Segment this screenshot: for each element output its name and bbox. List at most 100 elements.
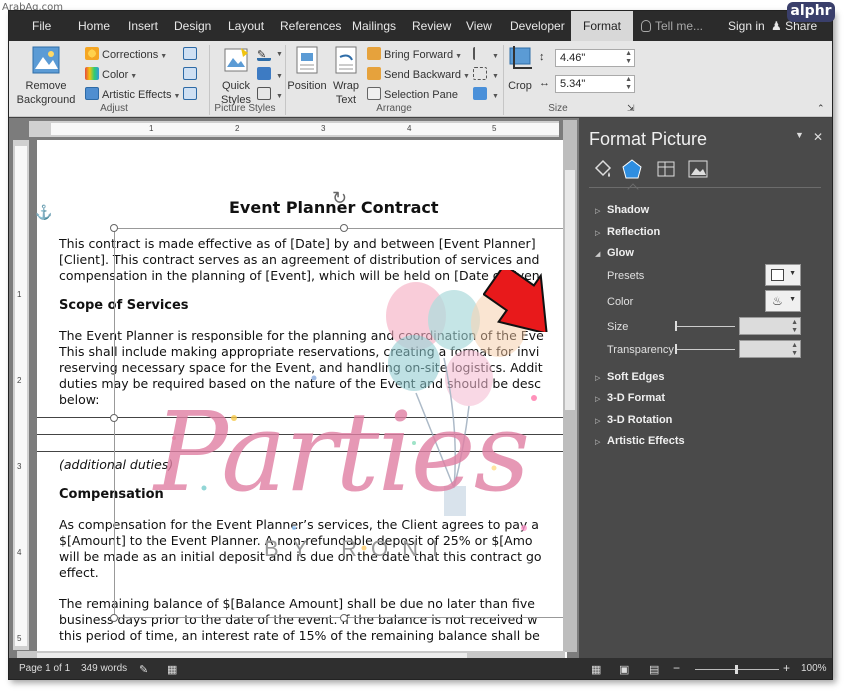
rotate-button[interactable]: ▼: [473, 87, 499, 101]
tab-developer[interactable]: Developer: [501, 11, 574, 41]
page-count[interactable]: Page 1 of 1: [19, 663, 70, 674]
tab-review[interactable]: Review: [403, 11, 460, 41]
glow-presets-dropdown[interactable]: ▼: [765, 264, 801, 286]
wrap-text-button[interactable]: Wrap Text: [329, 45, 363, 107]
picture-layout-button[interactable]: ▼: [257, 87, 283, 101]
pane-title: Format Picture: [589, 129, 708, 149]
document-page[interactable]: Event Planner Contract This contract is …: [37, 140, 567, 658]
shape-width-input[interactable]: 5.34" ▲ ▼: [555, 75, 635, 93]
color-button[interactable]: Color ▼: [85, 67, 137, 81]
tab-home[interactable]: Home: [69, 11, 119, 41]
effects-icon[interactable]: [621, 158, 643, 180]
compress-pictures-button[interactable]: [183, 47, 200, 61]
tab-view[interactable]: View: [457, 11, 501, 41]
send-backward-button[interactable]: Send Backward ▼: [367, 67, 470, 81]
height-value: 4.46": [560, 52, 586, 64]
artistic-effects-label: Artistic Effects: [102, 89, 172, 101]
vertical-ruler[interactable]: 1 2 3 4 5: [13, 140, 29, 650]
send-backward-label: Send Backward: [384, 69, 462, 81]
section-3d-format[interactable]: ▷ 3-D Format: [595, 392, 665, 404]
tab-mailings[interactable]: Mailings: [343, 11, 405, 41]
section-label: Glow: [607, 247, 634, 259]
reset-picture-icon: [183, 87, 197, 100]
macro-icon[interactable]: ▦: [167, 663, 177, 676]
section-reflection[interactable]: ▷ Reflection: [595, 226, 660, 238]
selection-pane-button[interactable]: Selection Pane: [367, 87, 458, 101]
web-layout-icon[interactable]: ▤: [649, 663, 659, 676]
section-shadow[interactable]: ▷ Shadow: [595, 204, 649, 216]
close-icon[interactable]: ✕: [813, 130, 823, 144]
section-glow[interactable]: ◢ Glow: [595, 247, 634, 259]
glow-transparency-input[interactable]: ▲ ▼: [739, 340, 801, 358]
section-label: Soft Edges: [607, 371, 665, 383]
tell-me-search[interactable]: Tell me...: [641, 11, 703, 41]
horizontal-scrollbar[interactable]: [17, 651, 565, 658]
artistic-effects-button[interactable]: Artistic Effects ▼: [85, 87, 180, 101]
tab-references[interactable]: References: [271, 11, 350, 41]
bring-forward-button[interactable]: Bring Forward ▼: [367, 47, 462, 61]
tab-layout[interactable]: Layout: [219, 11, 273, 41]
compress-pictures-icon: [183, 47, 197, 60]
zoom-level[interactable]: 100%: [801, 663, 827, 674]
collapse-ribbon-icon[interactable]: ⌃: [817, 103, 825, 114]
section-artistic-effects[interactable]: ▷ Artistic Effects: [595, 435, 685, 447]
blank-rule-line: [37, 417, 567, 418]
ruler-number: 3: [17, 462, 22, 471]
section-3d-rotation[interactable]: ▷ 3-D Rotation: [595, 414, 672, 426]
vertical-scrollbar[interactable]: [563, 120, 577, 652]
remove-background-label: Remove Background: [16, 80, 76, 106]
scroll-thumb[interactable]: [565, 170, 575, 410]
paragraph-line: this period of time, an interest rate of…: [59, 628, 540, 643]
crop-button[interactable]: Crop: [505, 45, 535, 93]
align-button[interactable]: ▼: [473, 47, 499, 61]
proofing-icon[interactable]: ✎: [139, 663, 148, 676]
corrections-button[interactable]: Corrections ▼: [85, 47, 167, 61]
sign-in-link[interactable]: Sign in: [728, 11, 765, 41]
section-label: 3-D Format: [607, 392, 666, 404]
section-soft-edges[interactable]: ▷ Soft Edges: [595, 371, 664, 383]
horizontal-ruler[interactable]: 1 2 3 4 5: [29, 121, 559, 137]
picture-effects-button[interactable]: ▼: [257, 67, 283, 81]
remove-background-icon: [32, 46, 60, 74]
position-button[interactable]: Position: [287, 45, 327, 93]
blank-rule-line: [37, 434, 567, 435]
glow-size-input[interactable]: ▲ ▼: [739, 317, 801, 335]
zoom-in-icon[interactable]: +: [783, 661, 790, 675]
crop-icon: [509, 46, 532, 69]
change-picture-icon: [183, 67, 197, 80]
picture-border-button[interactable]: ✎ ▼: [257, 47, 283, 61]
paragraph-line: reserving necessary space for the Event,…: [59, 360, 543, 375]
picture-effects-icon: [257, 67, 271, 80]
reset-picture-button[interactable]: [183, 87, 200, 101]
quick-styles-icon: [224, 48, 248, 72]
tab-design[interactable]: Design: [165, 11, 220, 41]
height-icon: ↕: [539, 51, 545, 63]
glow-color-dropdown[interactable]: ♨ ▼: [765, 290, 801, 312]
shape-height-input[interactable]: 4.46" ▲ ▼: [555, 49, 635, 67]
color-label: Color: [102, 69, 129, 81]
change-picture-button[interactable]: [183, 67, 200, 81]
crop-label: Crop: [508, 80, 532, 92]
size-dialog-launcher[interactable]: ⇲: [627, 103, 635, 114]
layout-properties-icon[interactable]: [655, 158, 677, 180]
read-mode-icon[interactable]: ▦: [591, 663, 601, 676]
pane-options-icon[interactable]: ▼: [795, 130, 804, 140]
remove-background-button[interactable]: Remove Background: [15, 45, 77, 107]
tab-format[interactable]: Format: [571, 11, 634, 41]
zoom-slider[interactable]: [695, 665, 779, 674]
paragraph-line: effect.: [59, 565, 99, 580]
glow-size-slider[interactable]: [675, 321, 735, 331]
word-count[interactable]: 349 words: [81, 663, 127, 674]
section-label: Shadow: [607, 204, 650, 216]
zoom-out-icon[interactable]: −: [673, 661, 680, 675]
glow-transparency-slider[interactable]: [675, 344, 735, 354]
tab-file[interactable]: File: [23, 11, 60, 41]
print-layout-icon[interactable]: ▣: [619, 663, 629, 676]
group-button[interactable]: ▼: [473, 67, 499, 81]
anchor-icon[interactable]: ⚓: [35, 204, 52, 221]
tab-insert[interactable]: Insert: [119, 11, 167, 41]
fill-line-icon[interactable]: [591, 158, 613, 180]
ribbon-separator: [285, 45, 286, 115]
picture-icon[interactable]: [687, 158, 709, 180]
quick-styles-button[interactable]: Quick Styles: [213, 45, 259, 107]
